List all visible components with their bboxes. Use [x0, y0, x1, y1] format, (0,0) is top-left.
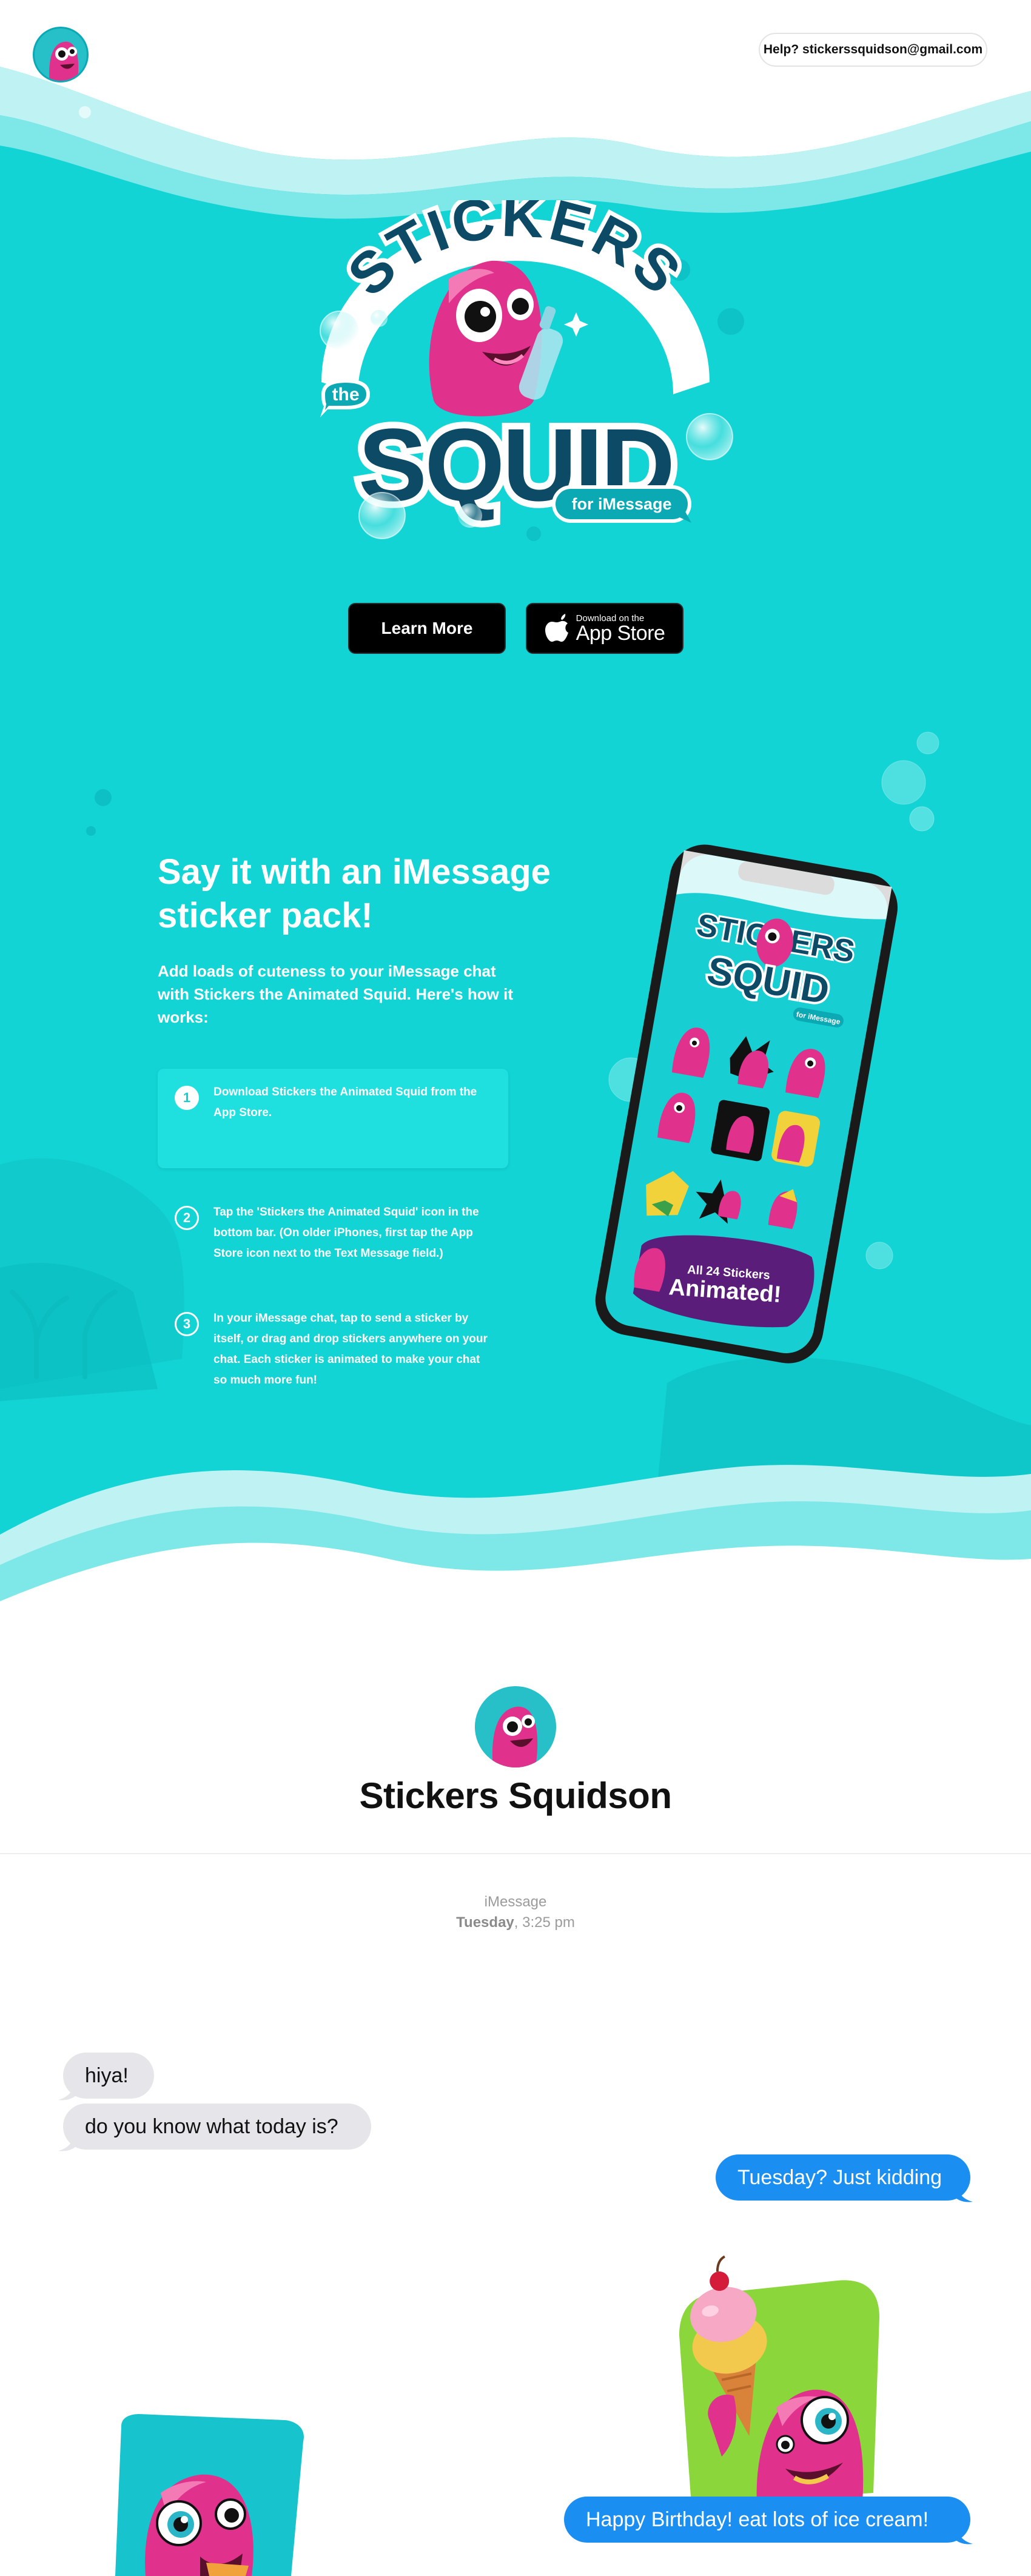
- chat-time: , 3:25 pm: [514, 1914, 575, 1931]
- step-text: In your iMessage chat, tap to send a sti…: [213, 1312, 488, 1387]
- chat-message-outgoing[interactable]: Happy Birthday! eat lots of ice cream!: [564, 2497, 970, 2543]
- chat-message-outgoing[interactable]: Tuesday? Just kidding: [716, 2154, 970, 2201]
- step-1[interactable]: 1 Download Stickers the Animated Squid f…: [158, 1069, 508, 1168]
- info-intro-text: Add loads of cuteness to your iMessage c…: [158, 962, 513, 1026]
- contact-avatar-icon: [475, 1686, 556, 1767]
- step-number: 2: [175, 1206, 199, 1230]
- chat-service-label: iMessage: [484, 1894, 547, 1910]
- step-number: 3: [175, 1312, 199, 1336]
- app-store-badge-button[interactable]: Download on the App Store: [526, 603, 683, 654]
- divider: [0, 1853, 1031, 1854]
- step-2[interactable]: 2 Tap the 'Stickers the Animated Squid' …: [158, 1189, 508, 1280]
- chat-day: Tuesday: [456, 1914, 514, 1931]
- chat-timestamp: Tuesday, 3:25 pm: [0, 1914, 1031, 1931]
- ice-cream-squid-sticker: [655, 2238, 910, 2517]
- squid-sticker: [109, 2414, 315, 2576]
- help-email-link[interactable]: Help? stickerssquidson@gmail.com: [759, 33, 987, 67]
- hero-section: Help? stickerssquidson@gmail.com STICKER…: [0, 0, 1031, 722]
- step-text: Tap the 'Stickers the Animated Squid' ic…: [213, 1206, 479, 1260]
- learn-more-button[interactable]: Learn More: [348, 603, 506, 654]
- help-email-text: Help? stickerssquidson@gmail.com: [763, 42, 983, 56]
- chat-message-incoming[interactable]: do you know what today is?: [63, 2104, 371, 2150]
- message-text: do you know what today is?: [85, 2114, 338, 2138]
- learn-more-label: Learn More: [381, 619, 473, 637]
- logo-the-label: the: [332, 385, 360, 405]
- message-text: hiya!: [85, 2063, 129, 2087]
- iphone-preview-image: STICKERS SQUID for iMessage: [594, 843, 898, 1371]
- squid-mascot-icon: [429, 260, 588, 417]
- logo-avatar-icon[interactable]: [33, 27, 89, 82]
- how-it-works-section: Say it with an iMessage sticker pack! Ad…: [0, 722, 1031, 1626]
- step-number: 1: [175, 1086, 199, 1110]
- chat-message-incoming[interactable]: hiya!: [63, 2053, 154, 2099]
- apple-icon: [545, 614, 568, 642]
- info-heading: Say it with an iMessage sticker pack!: [158, 852, 551, 935]
- appstore-big-label: App Store: [576, 621, 665, 645]
- contact-name: Stickers Squidson: [359, 1775, 672, 1816]
- step-3[interactable]: 3 In your iMessage chat, tap to send a s…: [158, 1295, 508, 1387]
- logo-for-imessage-label: for iMessage: [571, 495, 671, 513]
- message-text: Tuesday? Just kidding: [737, 2165, 942, 2189]
- step-text: Download Stickers the Animated Squid fro…: [213, 1086, 477, 1119]
- stickers-the-squid-logo: STICKERS the SQUID for iMessage: [285, 180, 746, 558]
- message-text: Happy Birthday! eat lots of ice cream!: [586, 2507, 929, 2531]
